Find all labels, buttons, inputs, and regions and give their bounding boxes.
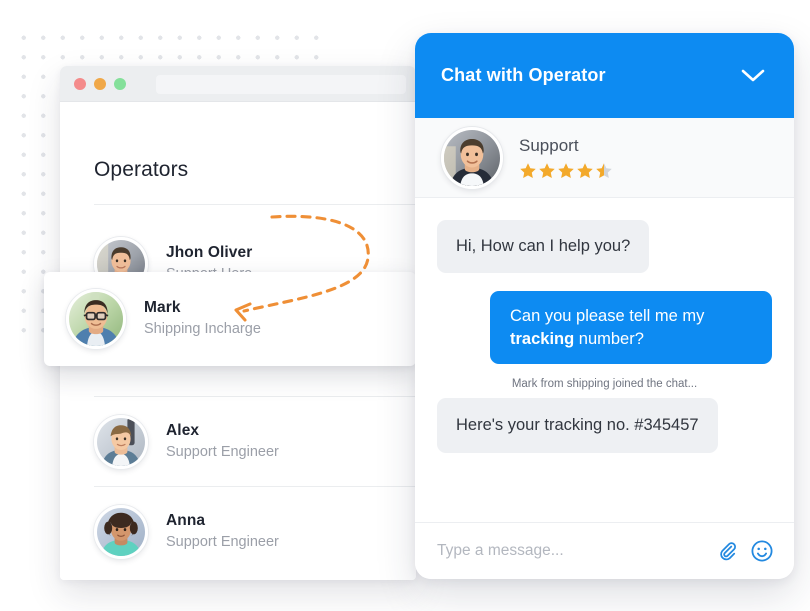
page-title: Operators xyxy=(94,158,189,181)
operator-role: Support Engineer xyxy=(166,443,279,460)
operator-name: Alex xyxy=(166,422,200,440)
system-note: Mark from shipping joined the chat... xyxy=(511,378,698,391)
chat-widget: Chat with Operator Support Hi, How can I… xyxy=(415,33,794,579)
chat-input-bar xyxy=(415,522,794,579)
operator-name: Jhon Oliver xyxy=(166,244,253,262)
maximize-dot[interactable] xyxy=(114,78,126,90)
operator-name: Anna xyxy=(166,512,206,530)
operator-name: Mark xyxy=(144,299,181,317)
status-badge-rating xyxy=(519,162,613,180)
star-icon xyxy=(577,163,593,179)
minimize-dot[interactable] xyxy=(94,78,106,90)
address-bar[interactable] xyxy=(156,75,406,94)
avatar-mark xyxy=(66,289,126,349)
list-item-text: Anna Support Engineer xyxy=(166,511,279,553)
screenshot-root: Operators Jhon Oliver Alex Support Engin… xyxy=(0,0,810,611)
divider xyxy=(94,204,416,205)
list-item-mark-selected[interactable]: Mark Shipping Incharge xyxy=(44,272,416,366)
chevron-down-icon[interactable] xyxy=(736,59,770,93)
operator-role: Support Engineer xyxy=(166,533,279,550)
list-item-text: Alex Support Engineer xyxy=(166,421,279,463)
message-bubble-incoming: Hi, How can I help you? xyxy=(437,220,650,273)
chat-message-list: Hi, How can I help you? Can you please t… xyxy=(415,198,794,522)
message-input[interactable] xyxy=(437,542,716,560)
chat-header[interactable]: Chat with Operator xyxy=(415,33,794,118)
message-text-part: Can you please tell me my xyxy=(510,306,705,325)
star-icon xyxy=(558,163,574,179)
list-item-text: Mark Shipping Incharge xyxy=(144,298,261,340)
message-bubble-incoming: Here's your tracking no. #345457 xyxy=(437,398,718,454)
window-traffic-lights xyxy=(74,78,126,90)
star-icon xyxy=(539,163,555,179)
divider xyxy=(94,396,416,397)
star-icon xyxy=(520,163,536,179)
avatar-anna xyxy=(94,505,148,559)
avatar-alex xyxy=(94,415,148,469)
chat-title: Chat with Operator xyxy=(441,65,606,85)
list-item-alex[interactable]: Alex Support Engineer xyxy=(94,398,416,486)
message-text-bold: tracking xyxy=(510,329,575,348)
paperclip-icon[interactable] xyxy=(716,540,738,562)
avatar-support xyxy=(441,126,503,189)
message-text-part: number? xyxy=(574,329,644,348)
close-dot[interactable] xyxy=(74,78,86,90)
star-half-icon xyxy=(596,163,612,179)
chat-operator-meta: Support xyxy=(519,135,613,180)
operator-role: Shipping Incharge xyxy=(144,320,261,337)
list-item-anna[interactable]: Anna Support Engineer xyxy=(94,488,416,576)
message-bubble-outgoing: Can you please tell me my tracking numbe… xyxy=(490,290,772,365)
smiley-icon[interactable] xyxy=(750,539,774,563)
chat-operator-name: Support xyxy=(519,135,579,155)
input-actions xyxy=(716,539,774,563)
chat-operator-bar: Support xyxy=(415,118,794,198)
window-chrome-bar xyxy=(60,66,416,102)
divider xyxy=(94,486,416,487)
